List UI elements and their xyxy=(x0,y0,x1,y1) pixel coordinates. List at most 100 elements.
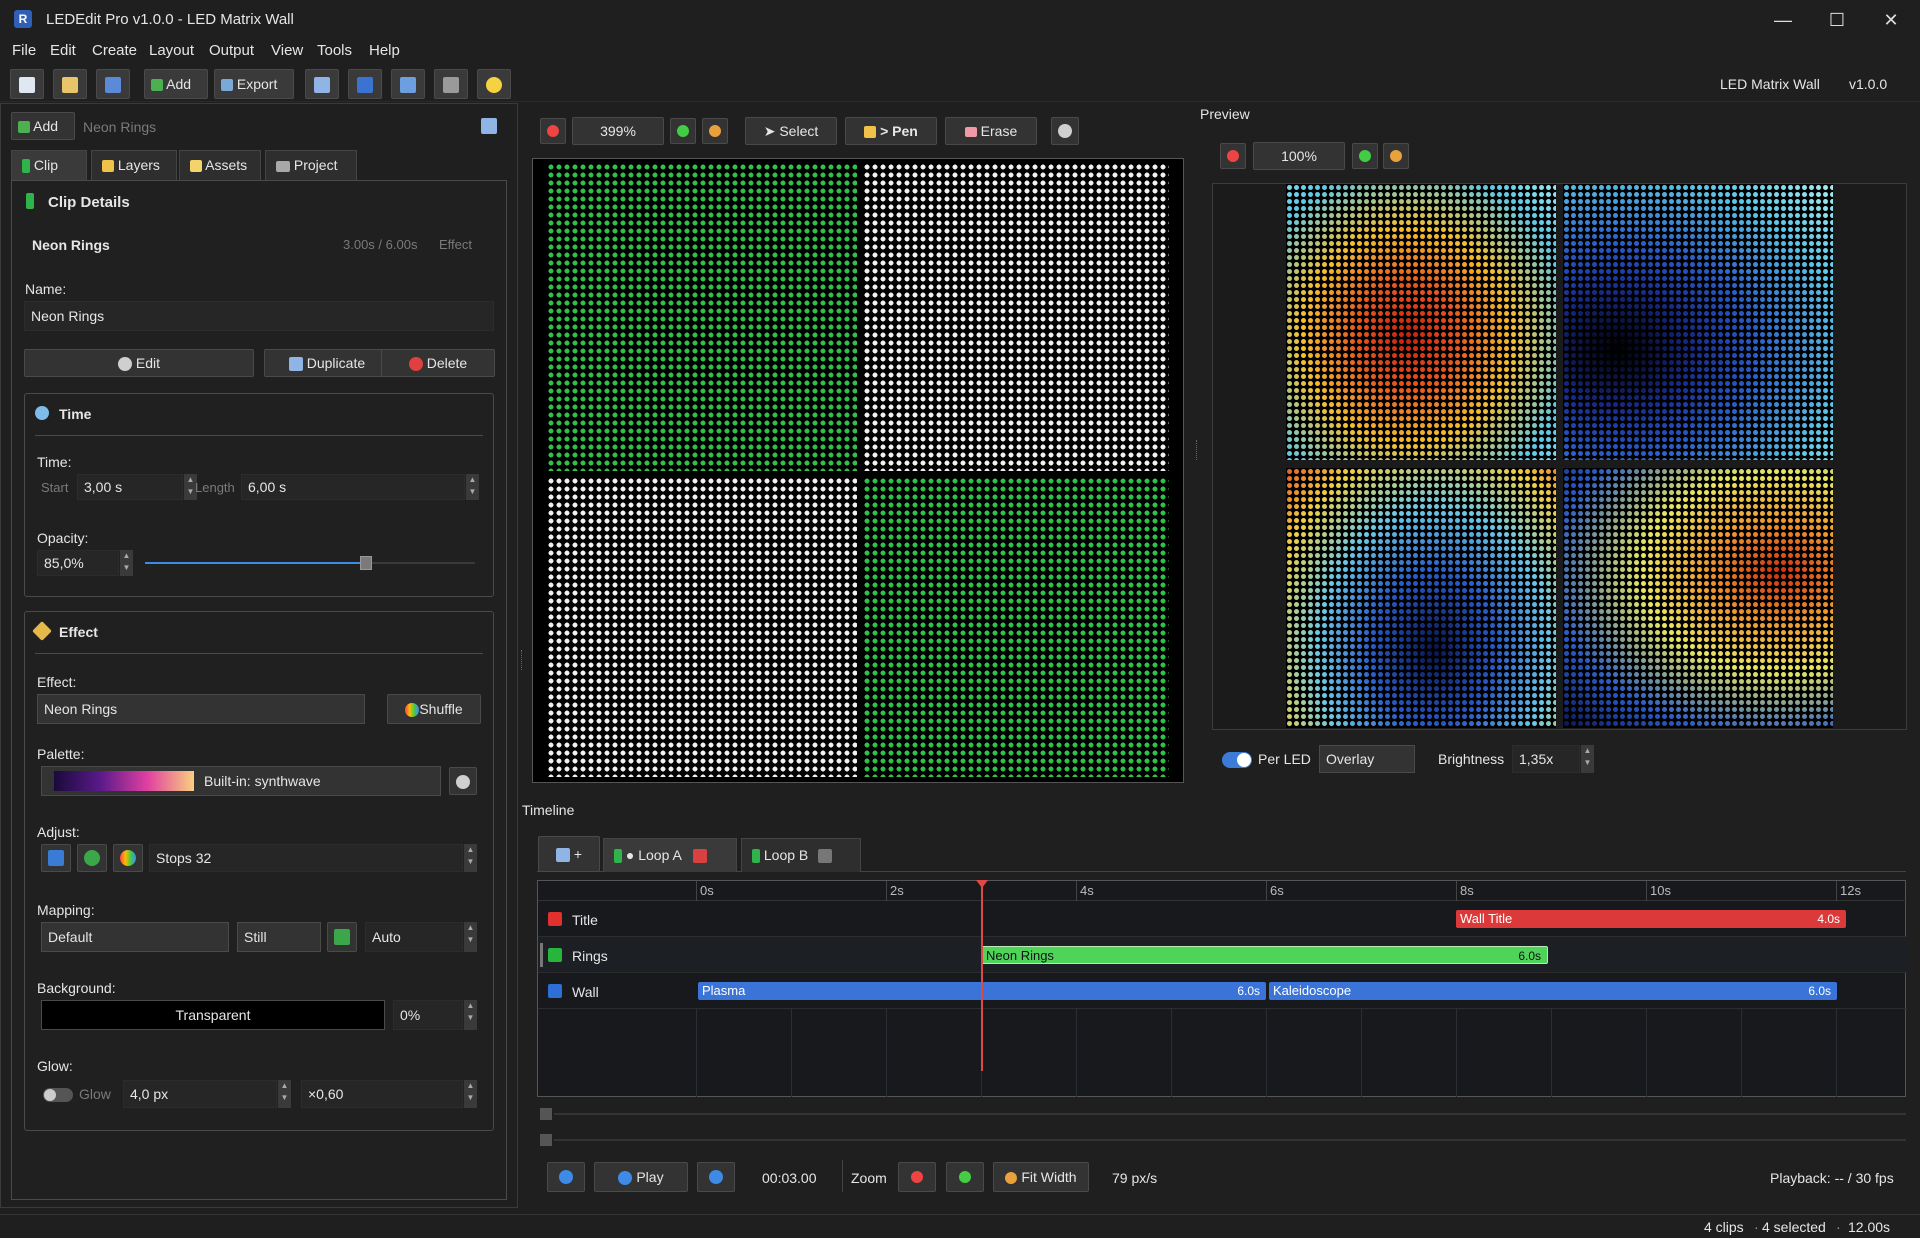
name-input[interactable]: Neon Rings xyxy=(24,301,494,331)
edit-button[interactable]: Edit xyxy=(24,349,254,377)
editor-zoom-field[interactable]: 399% xyxy=(572,117,664,145)
menu-help[interactable]: Help xyxy=(369,42,400,59)
per-led-toggle[interactable] xyxy=(1222,752,1252,768)
led-panel-top-right[interactable] xyxy=(863,163,1169,471)
background-color-button[interactable]: Transparent xyxy=(41,1000,385,1030)
timeline-zoom-in-button[interactable] xyxy=(946,1162,984,1192)
background-opacity-spinner[interactable]: ▲ ▼ xyxy=(463,1000,477,1030)
brightness-spinner[interactable]: ▲ ▼ xyxy=(1580,745,1594,773)
columns-view-button[interactable] xyxy=(434,69,468,99)
adjust-swap-button[interactable] xyxy=(41,844,71,872)
close-tab-icon[interactable] xyxy=(692,849,707,864)
length-input[interactable]: 6,00 s xyxy=(241,474,465,500)
tips-button[interactable] xyxy=(477,69,511,99)
split-view-button[interactable] xyxy=(391,69,425,99)
adjust-rainbow-button[interactable] xyxy=(113,844,143,872)
shuffle-button[interactable]: Shuffle xyxy=(387,694,481,724)
fit-width-button[interactable]: Fit Width xyxy=(993,1162,1089,1192)
zoom-scroll-track[interactable] xyxy=(554,1139,1906,1141)
timeline-area[interactable]: 0s 2s 4s 6s 8s 10s 12s Title Rings Wall Wall T… xyxy=(537,880,1907,1097)
background-opacity-input[interactable]: 0% xyxy=(393,1000,463,1030)
tab-assets[interactable]: Assets xyxy=(179,150,261,180)
play-button[interactable]: Play xyxy=(594,1162,688,1192)
preview-zoom-fit-button[interactable] xyxy=(1383,143,1409,169)
opacity-input[interactable]: 85,0% xyxy=(37,550,119,576)
erase-tool-button[interactable]: Erase xyxy=(945,117,1037,145)
opacity-slider-handle[interactable] xyxy=(360,556,372,570)
glow-strength-input[interactable]: ×0,60 xyxy=(301,1080,463,1108)
palette-select[interactable]: Built-in: synthwave xyxy=(41,766,441,796)
start-input[interactable]: 3,00 s xyxy=(77,474,183,500)
opacity-spinner[interactable]: ▲ ▼ xyxy=(119,550,133,576)
mapping-select[interactable]: Default xyxy=(41,922,229,952)
h-scroll-handle[interactable] xyxy=(540,1108,552,1120)
auto-input[interactable]: Auto xyxy=(365,922,463,952)
glow-toggle[interactable] xyxy=(43,1088,73,1102)
led-panel-top-left[interactable] xyxy=(547,163,857,471)
close-tab-icon[interactable] xyxy=(818,849,833,864)
playhead[interactable] xyxy=(976,880,988,1071)
maximize-button[interactable]: ☐ xyxy=(1814,6,1860,34)
tab-loop-a[interactable]: ● Loop A xyxy=(603,838,737,872)
splitter-handle[interactable] xyxy=(1196,440,1199,460)
tab-clip[interactable]: Clip xyxy=(11,150,87,180)
zoom-scroll-handle[interactable] xyxy=(540,1134,552,1146)
zoom-out-button[interactable] xyxy=(540,118,566,144)
preview-zoom-in-button[interactable] xyxy=(1352,143,1378,169)
adjust-cycle-button[interactable] xyxy=(77,844,107,872)
select-tool-button[interactable]: ➤ Select xyxy=(745,117,837,145)
duplicate-button[interactable]: Duplicate xyxy=(264,349,390,377)
glow-size-spinner[interactable]: ▲ ▼ xyxy=(277,1080,291,1108)
stops-spinner[interactable]: ▲ ▼ xyxy=(463,844,477,872)
empty-track-area[interactable] xyxy=(696,1009,1837,1097)
menu-create[interactable]: Create xyxy=(92,42,137,59)
glow-strength-spinner[interactable]: ▲ ▼ xyxy=(463,1080,477,1108)
brightness-input[interactable]: 1,35x xyxy=(1512,745,1580,773)
tab-loop-b[interactable]: Loop B xyxy=(741,838,861,872)
led-panel-bottom-right[interactable] xyxy=(863,477,1169,777)
length-spinner[interactable]: ▲ ▼ xyxy=(465,474,479,500)
add-clip-button[interactable]: Add xyxy=(11,112,75,140)
zoom-in-button[interactable] xyxy=(670,118,696,144)
stops-input[interactable]: Stops 32 xyxy=(149,844,463,872)
timeline-zoom-out-button[interactable] xyxy=(898,1162,936,1192)
editor-settings-button[interactable] xyxy=(1051,117,1079,145)
h-scroll-track[interactable] xyxy=(554,1113,1906,1115)
skip-forward-button[interactable] xyxy=(697,1162,735,1192)
pen-tool-button[interactable]: > Pen xyxy=(845,117,937,145)
single-view-button[interactable] xyxy=(348,69,382,99)
menu-tools[interactable]: Tools xyxy=(317,42,352,59)
mapping-shuffle-button[interactable] xyxy=(327,922,357,952)
time-ruler[interactable]: 0s 2s 4s 6s 8s 10s 12s xyxy=(538,881,1907,901)
skip-back-button[interactable] xyxy=(547,1162,585,1192)
clip-neon-rings[interactable]: Neon Rings 6.0s xyxy=(981,946,1548,964)
layout-view-button[interactable] xyxy=(305,69,339,99)
panel-layout-icon[interactable] xyxy=(481,118,497,134)
new-file-button[interactable] xyxy=(10,69,44,99)
delete-button[interactable]: Delete xyxy=(381,349,495,377)
preview-canvas[interactable] xyxy=(1212,183,1907,730)
preview-zoom-field[interactable]: 100% xyxy=(1253,142,1345,170)
menu-layout[interactable]: Layout xyxy=(149,42,194,59)
effect-select[interactable]: Neon Rings xyxy=(37,694,365,724)
clip-kaleidoscope[interactable]: Kaleidoscope 6.0s xyxy=(1269,982,1837,1000)
menu-output[interactable]: Output xyxy=(209,42,254,59)
glow-size-input[interactable]: 4,0 px xyxy=(123,1080,277,1108)
opacity-slider[interactable] xyxy=(145,556,475,570)
splitter-handle[interactable] xyxy=(521,650,524,670)
save-button[interactable] xyxy=(96,69,130,99)
preview-zoom-out-button[interactable] xyxy=(1220,143,1246,169)
menu-view[interactable]: View xyxy=(271,42,303,59)
close-button[interactable]: ✕ xyxy=(1868,6,1914,34)
led-editor-canvas[interactable] xyxy=(532,158,1184,783)
minimize-button[interactable]: — xyxy=(1760,6,1806,34)
zoom-fit-button[interactable] xyxy=(702,118,728,144)
menu-edit[interactable]: Edit xyxy=(50,42,76,59)
led-panel-bottom-left[interactable] xyxy=(547,477,857,777)
export-dropdown-button[interactable]: Export xyxy=(214,69,294,99)
overlay-select[interactable]: Overlay xyxy=(1319,745,1415,773)
still-select[interactable]: Still xyxy=(237,922,321,952)
clip-wall-title[interactable]: Wall Title 4.0s xyxy=(1456,910,1846,928)
menu-file[interactable]: File xyxy=(12,42,36,59)
add-loop-button[interactable]: + xyxy=(538,836,600,872)
